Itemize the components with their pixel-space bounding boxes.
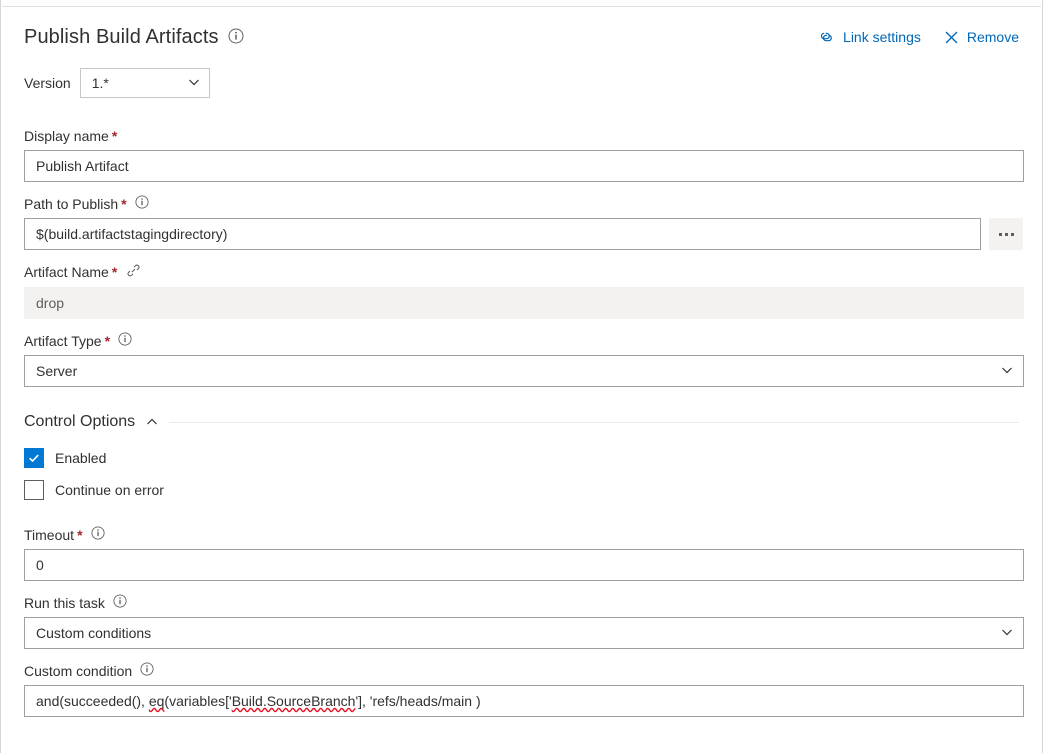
path-to-publish-value: $(build.artifactstagingdirectory) bbox=[36, 226, 228, 242]
run-this-task-label-text: Run this task bbox=[24, 594, 105, 611]
version-value: 1.* bbox=[91, 75, 109, 91]
link-icon bbox=[818, 29, 835, 45]
field-run-this-task: Run this task Custom conditions bbox=[24, 594, 1024, 649]
timeout-label-text: Timeout bbox=[24, 526, 75, 543]
remove-label: Remove bbox=[966, 29, 1019, 45]
task-editor-content: Publish Build Artifacts Link settings Re… bbox=[1, 7, 1042, 753]
timeout-value: 0 bbox=[36, 557, 44, 573]
required-marker: * bbox=[104, 332, 111, 349]
run-this-task-label: Run this task bbox=[24, 594, 1023, 612]
custom-condition-input[interactable]: and(succeeded(), eq(variables['Build.Sou… bbox=[24, 685, 1024, 717]
condition-part-before: and(succeeded(), bbox=[36, 693, 149, 709]
field-display-name: Display name * Publish Artifact bbox=[24, 128, 1024, 182]
chevron-down-icon bbox=[1000, 363, 1014, 380]
display-name-label-text: Display name bbox=[24, 128, 109, 144]
custom-condition-label: Custom condition bbox=[24, 662, 1023, 680]
enabled-label: Enabled bbox=[55, 450, 107, 466]
artifact-name-label: Artifact Name * bbox=[24, 263, 1023, 282]
display-name-input[interactable]: Publish Artifact bbox=[24, 150, 1024, 182]
info-icon[interactable] bbox=[118, 332, 132, 350]
chevron-down-icon bbox=[187, 75, 201, 92]
field-artifact-name: Artifact Name * drop bbox=[24, 263, 1024, 319]
version-dropdown[interactable]: 1.* bbox=[79, 68, 210, 98]
info-icon[interactable] bbox=[228, 28, 244, 47]
task-title-group: Publish Build Artifacts bbox=[24, 27, 244, 47]
continue-on-error-label: Continue on error bbox=[55, 482, 164, 498]
artifact-name-label-text: Artifact Name bbox=[24, 264, 109, 280]
path-to-publish-row: $(build.artifactstagingdirectory) bbox=[24, 218, 1023, 250]
custom-condition-label-text: Custom condition bbox=[24, 662, 133, 679]
timeout-input[interactable]: 0 bbox=[24, 549, 1024, 581]
required-marker: * bbox=[121, 195, 127, 212]
remove-button[interactable]: Remove bbox=[944, 29, 1019, 45]
ellipsis-dot bbox=[998, 232, 1002, 236]
artifact-type-label: Artifact Type * bbox=[24, 332, 1023, 350]
field-path-to-publish: Path to Publish * $(build.artifactstagin… bbox=[24, 195, 1023, 250]
artifact-type-dropdown[interactable]: Server bbox=[24, 355, 1024, 387]
section-divider bbox=[169, 421, 1019, 423]
display-name-value: Publish Artifact bbox=[36, 158, 129, 174]
ellipsis-dot bbox=[1004, 232, 1008, 236]
condition-part-after: '], 'refs/heads/main ) bbox=[355, 693, 481, 709]
version-row: Version 1.* bbox=[24, 68, 1023, 98]
required-marker: * bbox=[111, 264, 118, 280]
enabled-checkbox[interactable] bbox=[24, 448, 44, 468]
field-timeout: Timeout * 0 bbox=[24, 526, 1024, 581]
path-to-publish-label-text: Path to Publish bbox=[24, 195, 119, 212]
enabled-checkbox-row[interactable]: Enabled bbox=[24, 448, 1023, 468]
artifact-type-value: Server bbox=[36, 363, 78, 379]
run-this-task-value: Custom conditions bbox=[36, 625, 152, 641]
condition-part-mid: (variables[' bbox=[164, 693, 232, 709]
info-icon[interactable] bbox=[135, 195, 149, 213]
field-artifact-type: Artifact Type * Server bbox=[24, 332, 1024, 387]
task-editor-panel: Publish Build Artifacts Link settings Re… bbox=[0, 0, 1043, 753]
continue-on-error-checkbox[interactable] bbox=[24, 480, 44, 500]
field-custom-condition: Custom condition and(succeeded(), eq(var… bbox=[24, 662, 1024, 717]
info-icon[interactable] bbox=[90, 526, 105, 544]
artifact-name-input: drop bbox=[24, 287, 1024, 319]
continue-on-error-checkbox-row[interactable]: Continue on error bbox=[24, 480, 1023, 500]
path-to-publish-label: Path to Publish * bbox=[24, 195, 1023, 213]
chevron-up-icon[interactable] bbox=[145, 415, 159, 429]
run-this-task-dropdown[interactable]: Custom conditions bbox=[24, 617, 1024, 649]
link-settings-button[interactable]: Link settings bbox=[818, 29, 921, 45]
path-to-publish-input[interactable]: $(build.artifactstagingdirectory) bbox=[24, 218, 982, 250]
artifact-type-label-text: Artifact Type bbox=[24, 332, 102, 349]
custom-condition-value: and(succeeded(), eq(variables['Build.Sou… bbox=[36, 693, 481, 709]
browse-button[interactable] bbox=[989, 218, 1023, 250]
chevron-down-icon bbox=[1000, 625, 1014, 642]
timeout-label: Timeout * bbox=[24, 526, 1023, 544]
ellipsis-dot bbox=[1010, 232, 1014, 236]
task-header: Publish Build Artifacts Link settings Re… bbox=[24, 23, 1023, 51]
artifact-name-value: drop bbox=[36, 295, 65, 311]
close-icon bbox=[944, 30, 959, 45]
condition-part-variable: Build.SourceBranch bbox=[231, 693, 356, 709]
control-options-title: Control Options bbox=[24, 413, 136, 430]
info-icon[interactable] bbox=[140, 662, 154, 680]
required-marker: * bbox=[111, 128, 118, 144]
header-actions: Link settings Remove bbox=[818, 29, 1023, 45]
condition-part-eq: eq bbox=[148, 693, 165, 709]
required-marker: * bbox=[77, 526, 83, 543]
control-options-header[interactable]: Control Options bbox=[24, 413, 1023, 431]
info-icon[interactable] bbox=[113, 594, 127, 612]
page-title: Publish Build Artifacts bbox=[24, 26, 219, 48]
version-label: Version bbox=[24, 75, 71, 91]
link-variable-icon[interactable] bbox=[126, 263, 141, 282]
display-name-label: Display name * bbox=[24, 128, 1023, 145]
link-settings-label: Link settings bbox=[843, 29, 921, 45]
